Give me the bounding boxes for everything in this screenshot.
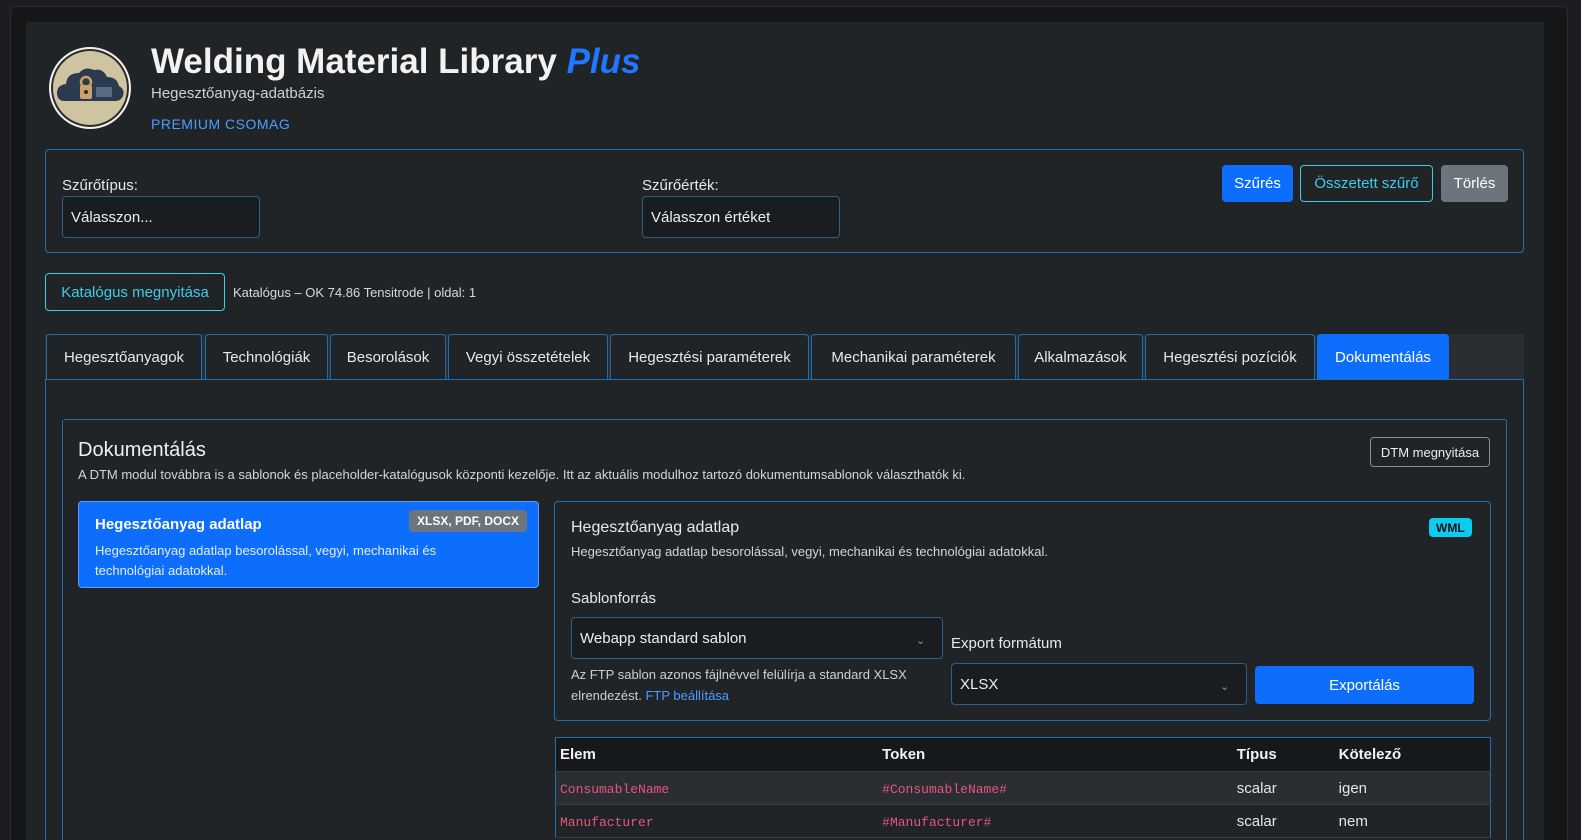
template-source-label: Sablonforrás	[571, 590, 657, 607]
app-logo	[49, 47, 131, 129]
detail-badge: WML	[1429, 518, 1472, 537]
table-cell-token: #ConsumableName#	[878, 771, 1233, 805]
template-formats-badge: XLSX, PDF, DOCX	[409, 510, 528, 532]
compound-filter-button[interactable]: Összetett szűrő	[1300, 165, 1433, 202]
ftp-settings-link[interactable]: FTP beállítása	[645, 688, 729, 703]
table-cell-required: nem	[1334, 804, 1491, 838]
export-format-value: XLSX	[960, 676, 999, 693]
tab-consumables[interactable]: Hegesztőanyagok	[46, 334, 202, 380]
tab-welding-positions[interactable]: Hegesztési pozíciók	[1145, 334, 1315, 380]
ftp-hint: Az FTP sablon azonos fájlnévvel felülírj…	[571, 664, 941, 706]
filter-type-value: Válasszon...	[71, 209, 153, 226]
filter-button[interactable]: Szűrés	[1222, 165, 1293, 202]
tab-applications[interactable]: Alkalmazások	[1018, 334, 1143, 380]
chevron-down-icon: ⌄	[916, 635, 926, 647]
export-format-label: Export formátum	[951, 635, 1062, 652]
chevron-down-icon: ⌄	[1220, 681, 1230, 693]
table-cell-element: ConsumableName	[555, 771, 879, 805]
app-title-accent: Plus	[566, 42, 641, 81]
table-cell-required: igen	[1334, 771, 1491, 805]
tab-documentation[interactable]: Dokumentálás	[1317, 334, 1449, 380]
column-header-required: Kötelező	[1334, 737, 1491, 772]
filter-value-label: Szűrőérték:	[642, 177, 719, 194]
filter-value-select[interactable]: Válasszon értéket	[642, 196, 840, 238]
tab-mechanical-parameters[interactable]: Mechanikai paraméterek	[811, 334, 1016, 380]
column-header-element: Elem	[555, 737, 879, 772]
documentation-description: A DTM modul továbbra is a sablonok és pl…	[78, 467, 966, 482]
table-cell-element: Manufacturer	[555, 804, 879, 838]
tab-classifications[interactable]: Besorolások	[330, 334, 446, 380]
open-catalog-button[interactable]: Katalógus megnyitása	[45, 273, 225, 311]
table-cell-type: scalar	[1232, 804, 1335, 838]
tab-technologies[interactable]: Technológiák	[205, 334, 328, 380]
template-source-select[interactable]: Webapp standard sablon ⌄	[571, 617, 943, 659]
export-button[interactable]: Exportálás	[1255, 666, 1474, 704]
export-format-select[interactable]: XLSX ⌄	[951, 663, 1247, 705]
app-title: Welding Material Library Plus	[151, 42, 641, 82]
filter-type-select[interactable]: Válasszon...	[62, 196, 260, 238]
placeholder-table: Elem Token Típus Kötelező ConsumableName…	[555, 737, 1491, 838]
template-source-value: Webapp standard sablon	[580, 630, 747, 647]
detail-description: Hegesztőanyag adatlap besorolással, vegy…	[571, 544, 1048, 559]
token-code: #Manufacturer#	[882, 814, 992, 830]
catalog-status: Katalógus – OK 74.86 Tensitrode | oldal:…	[233, 285, 477, 300]
table-cell-token: #Manufacturer#	[878, 804, 1233, 838]
package-label: PREMIUM CSOMAG	[151, 116, 291, 132]
template-item-description: Hegesztőanyag adatlap besorolással, vegy…	[95, 543, 437, 578]
table-cell-type: scalar	[1232, 771, 1335, 805]
column-header-token: Token	[878, 737, 1233, 772]
table-row: ConsumableName #ConsumableName# scalar i…	[555, 771, 1491, 805]
cloud-lock-icon	[57, 68, 124, 101]
token-code: #ConsumableName#	[882, 781, 1007, 797]
app-title-main: Welding Material Library	[151, 42, 557, 81]
tab-welding-parameters[interactable]: Hegesztési paraméterek	[610, 334, 809, 380]
documentation-title: Dokumentálás	[78, 439, 206, 461]
filter-type-label: Szűrőtípus:	[62, 177, 138, 194]
table-header-row: Elem Token Típus Kötelező	[555, 737, 1491, 772]
clear-filter-button[interactable]: Törlés	[1441, 165, 1508, 202]
app-subtitle: Hegesztőanyag-adatbázis	[151, 85, 325, 102]
table-row: Manufacturer #Manufacturer# scalar nem	[555, 804, 1491, 838]
element-code: Manufacturer	[560, 814, 654, 830]
filter-value-value: Válasszon értéket	[651, 209, 771, 226]
open-dtm-button[interactable]: DTM megnyitása	[1370, 437, 1490, 467]
detail-title: Hegesztőanyag adatlap	[571, 519, 740, 536]
element-code: ConsumableName	[560, 781, 670, 797]
tab-chemical-compositions[interactable]: Vegyi összetételek	[448, 334, 608, 380]
template-item-title: Hegesztőanyag adatlap	[95, 516, 262, 533]
column-header-type: Típus	[1232, 737, 1335, 772]
ftp-hint-text: Az FTP sablon azonos fájlnévvel felülírj…	[571, 667, 907, 703]
